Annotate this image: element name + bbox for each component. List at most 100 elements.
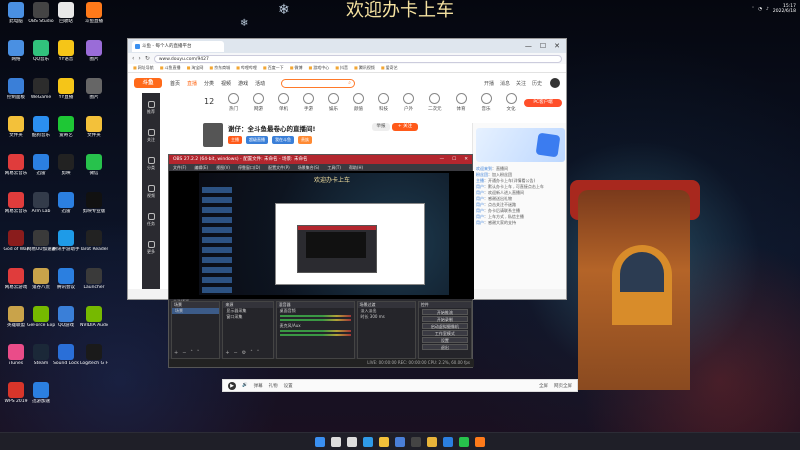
pc-client-badge[interactable]: PC客户端 <box>524 99 562 107</box>
desktop-icon[interactable]: 英雄联盟 <box>2 306 30 340</box>
desktop-icon[interactable]: 网易云游戏 <box>2 268 30 302</box>
desktop-icon[interactable]: 爱奇艺 <box>52 116 80 150</box>
explorer-icon[interactable] <box>379 436 389 447</box>
obs-maximize-button[interactable]: ☐ <box>452 155 456 164</box>
player-right-item[interactable]: 全屏 <box>539 383 548 389</box>
desktop-icon[interactable]: 网易云音乐 <box>2 154 30 188</box>
maximize-button[interactable]: ☐ <box>540 42 546 50</box>
follow-button[interactable]: + 关注 <box>392 123 418 131</box>
chat-user[interactable]: 欢迎来到 <box>476 166 492 171</box>
sound-icon[interactable]: ♪ <box>766 7 769 12</box>
bookmark-item[interactable]: 腾讯视频 <box>354 65 375 71</box>
desktop-icon[interactable]: GeForce Experience <box>27 306 55 340</box>
douyu-nav-item[interactable]: 分类 <box>204 80 214 87</box>
rail-item[interactable]: 任务 <box>147 213 155 227</box>
clock[interactable]: 15:17 2022/6/18 <box>773 4 796 14</box>
desktop-icon[interactable]: WPS 2019 <box>2 382 30 416</box>
windows-start-icon[interactable] <box>315 436 325 447</box>
search-icon[interactable] <box>331 436 341 447</box>
desktop-icon[interactable]: 剪映 <box>52 154 80 188</box>
obs-preview[interactable]: 欢迎办卡上车 <box>169 171 474 299</box>
play-icon[interactable]: ▶ <box>228 381 236 390</box>
category-item[interactable]: 网游 <box>253 93 264 117</box>
obs-control-button[interactable]: 启动虚拟摄像机 <box>421 323 468 329</box>
chat-user[interactable]: 用户 <box>476 220 484 225</box>
chat-user[interactable]: 用户 <box>476 214 484 219</box>
obs-menu-item[interactable]: 停靠窗口(D) <box>238 164 260 171</box>
desktop-icon[interactable]: 图片 <box>80 78 108 112</box>
desktop-icon[interactable]: YY语音 <box>52 40 80 74</box>
category-item[interactable]: 热门 <box>228 93 239 117</box>
douyu-nav-item[interactable]: 视频 <box>221 80 231 87</box>
add-icon[interactable]: + <box>174 350 178 356</box>
desktop-icon[interactable]: QQ音乐 <box>27 40 55 74</box>
bookmark-item[interactable]: 京东商城 <box>209 65 230 71</box>
desktop-icon[interactable]: Steam <box>27 344 55 378</box>
bookmark-item[interactable]: 淘宝网 <box>187 65 203 71</box>
obs-menu-item[interactable]: 文件(F) <box>173 164 186 171</box>
douyu-nav-item[interactable]: 首页 <box>170 80 180 87</box>
player-control-item[interactable]: 设置 <box>284 383 293 389</box>
chat-user[interactable]: 用户 <box>476 184 484 189</box>
chat-user[interactable]: 粉丝团 <box>476 172 488 177</box>
obs-menu-item[interactable]: 场景集合(S) <box>298 164 320 171</box>
down-icon[interactable]: ˅ <box>257 350 260 356</box>
obs-icon[interactable] <box>411 436 421 447</box>
player-control-item[interactable]: 弹幕 <box>254 383 263 389</box>
desktop-icon[interactable]: 鬼谷八荒 <box>27 268 55 302</box>
obs-control-button[interactable]: 设置 <box>421 337 468 343</box>
close-button[interactable]: ✕ <box>554 42 560 50</box>
obs-menu-item[interactable]: 帮助(H) <box>349 164 363 171</box>
obs-menu-item[interactable]: 工具(T) <box>327 164 341 171</box>
volume-icon[interactable]: 🔊 <box>242 383 248 388</box>
browser-tab[interactable]: 斗鱼 - 每个人的直播平台 <box>132 40 224 52</box>
desktop-icon[interactable]: 腾讯手游助手 <box>52 230 80 264</box>
desktop-icon[interactable]: 图片 <box>80 40 108 74</box>
chat-user[interactable]: 用户 <box>476 196 484 201</box>
wechat-icon[interactable] <box>459 436 469 447</box>
desktop-icon[interactable]: 微信 <box>80 154 108 188</box>
desktop-icon[interactable]: QQ游戏 <box>52 306 80 340</box>
rank-banner[interactable] <box>476 128 565 162</box>
streamer-avatar[interactable] <box>203 123 223 147</box>
bookmark-item[interactable]: 游戏中心 <box>308 65 329 71</box>
user-avatar[interactable] <box>550 78 560 88</box>
desktop-icon[interactable]: WeGame <box>27 78 55 112</box>
obs-close-button[interactable]: ✕ <box>464 155 468 164</box>
desktop-icon[interactable]: 迅游加速 <box>27 382 55 416</box>
player-control-item[interactable]: 礼物 <box>269 383 278 389</box>
bookmark-item[interactable]: 斗鱼直播 <box>160 65 181 71</box>
bookmark-item[interactable]: 爱奇艺 <box>381 65 398 71</box>
rail-item[interactable]: 视频 <box>147 185 155 199</box>
url-input[interactable]: www.douyu.com/9427 <box>153 54 562 63</box>
douyu-header-link[interactable]: 关注 <box>516 80 526 87</box>
category-item[interactable]: 科技 <box>378 93 389 117</box>
obs-control-button[interactable]: 工作室模式 <box>421 330 468 336</box>
add-icon[interactable]: + <box>225 350 229 356</box>
source-item[interactable]: 窗口采集 <box>223 314 272 320</box>
task-view-icon[interactable] <box>347 436 357 447</box>
up-icon[interactable]: ˄ <box>190 350 193 356</box>
scene-item[interactable]: 场景 <box>172 308 220 314</box>
desktop-icon[interactable]: 迅雷 <box>27 154 55 188</box>
desktop-icon[interactable]: God of War <box>2 230 30 264</box>
obs-control-button[interactable]: 开始推流 <box>421 309 468 315</box>
desktop-icon[interactable]: 斗鱼直播 <box>80 2 108 36</box>
desktop-icon[interactable]: NVIDIA Audio <box>80 306 108 340</box>
douyu-icon[interactable] <box>475 436 485 447</box>
chat-user[interactable]: 用户 <box>476 202 484 207</box>
bookmark-item[interactable]: 哔哩哔哩 <box>236 65 257 71</box>
category-item[interactable]: 音乐 <box>480 93 492 117</box>
desktop-icon[interactable]: 回收站 <box>52 2 80 36</box>
back-arrow-icon[interactable]: ‹ <box>132 55 134 62</box>
up-icon[interactable]: ˄ <box>250 350 253 356</box>
edge-icon[interactable] <box>363 436 373 447</box>
desktop-icon[interactable]: Arm Lab <box>27 192 55 226</box>
desktop-icon[interactable]: YY直播 <box>52 78 80 112</box>
desktop-icon[interactable]: 剪映专业版 <box>80 192 108 226</box>
obs-control-button[interactable]: 退出 <box>421 344 468 350</box>
douyu-logo[interactable]: 斗鱼 <box>134 78 162 88</box>
douyu-nav-item[interactable]: 游戏 <box>238 80 248 87</box>
bookmark-item[interactable]: 抖音 <box>335 65 348 71</box>
category-item[interactable]: 二次元 <box>428 93 442 117</box>
